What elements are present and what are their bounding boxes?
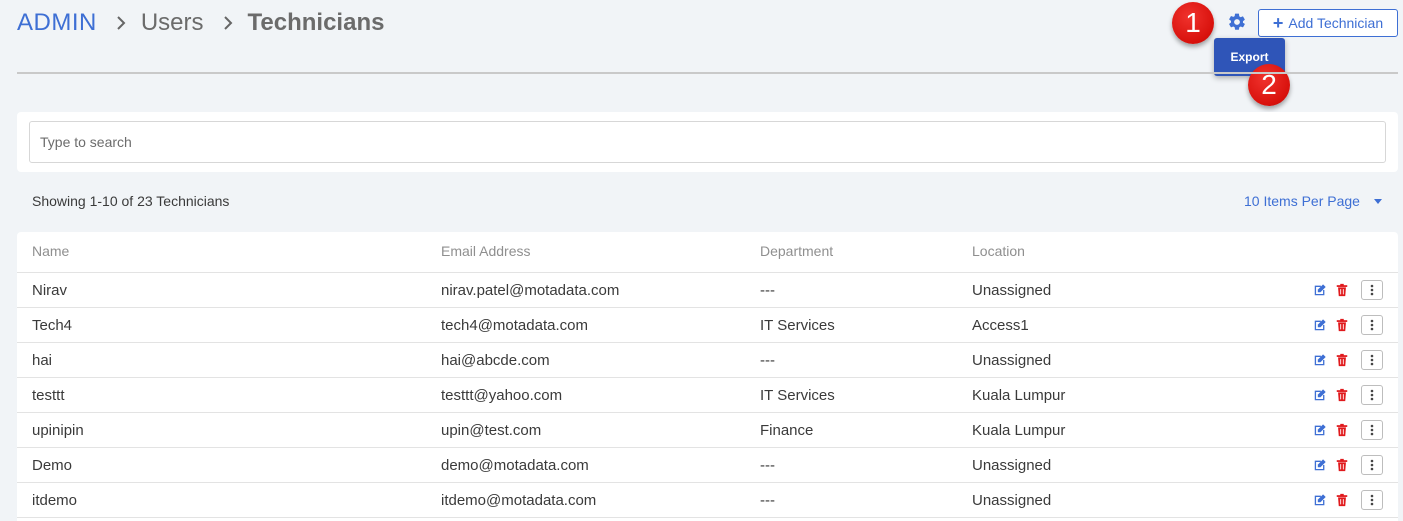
cell-email: hai@abcde.com	[441, 352, 550, 369]
table-header: Name Email Address Department Location	[17, 232, 1398, 273]
cell-email: testtt@yahoo.com	[441, 387, 563, 404]
cell-email: upin@test.com	[441, 422, 542, 439]
edit-icon[interactable]	[1313, 353, 1327, 367]
cell-email: tech4@motadata.com	[441, 317, 588, 334]
cell-email: demo@motadata.com	[441, 457, 589, 474]
more-options-button[interactable]	[1361, 350, 1383, 370]
cell-department: Finance	[760, 422, 814, 439]
edit-icon[interactable]	[1313, 458, 1327, 472]
cell-email: itdemo@motadata.com	[441, 492, 597, 509]
breadcrumb-users[interactable]: Users	[141, 9, 204, 37]
chevron-right-icon	[115, 15, 127, 31]
trash-icon[interactable]	[1335, 493, 1349, 507]
showing-count: Showing 1-10 of 23 Technicians	[32, 193, 230, 209]
cell-name: Demo	[32, 457, 73, 474]
cell-name: itdemo	[32, 492, 78, 509]
cell-location: Unassigned	[972, 352, 1052, 369]
cell-location: Kuala Lumpur	[972, 422, 1066, 439]
edit-icon[interactable]	[1313, 283, 1327, 297]
table-row[interactable]: hai hai@abcde.com --- Unassigned	[17, 343, 1398, 378]
gear-icon[interactable]	[1227, 12, 1247, 32]
table-row[interactable]: Tech4 tech4@motadata.com IT Services Access…	[17, 308, 1398, 343]
cell-location: Unassigned	[972, 457, 1052, 474]
more-options-button[interactable]	[1361, 280, 1383, 300]
search-input[interactable]	[29, 121, 1386, 163]
items-per-page-label: 10 Items Per Page	[1244, 193, 1360, 209]
more-options-button[interactable]	[1361, 385, 1383, 405]
cell-location: Access1	[972, 317, 1029, 334]
more-options-button[interactable]	[1361, 490, 1383, 510]
cell-name: upinipin	[32, 422, 84, 439]
search-card	[17, 112, 1398, 172]
cell-location: Kuala Lumpur	[972, 387, 1066, 404]
caret-down-icon	[1373, 198, 1382, 204]
cell-location: Unassigned	[972, 492, 1052, 509]
cell-department: ---	[760, 457, 775, 474]
cell-name: testtt	[32, 387, 65, 404]
table-row[interactable]: itdemo itdemo@motadata.com --- Unassigned	[17, 483, 1398, 518]
annotation-marker-1: 1	[1172, 2, 1214, 44]
add-technician-label: Add Technician	[1288, 15, 1384, 31]
cell-name: Nirav	[32, 282, 68, 299]
table-row[interactable]: testtt testtt@yahoo.com IT Services Kuala L…	[17, 378, 1398, 413]
items-per-page-dropdown[interactable]: 10 Items Per Page	[1244, 193, 1382, 209]
breadcrumb: ADMIN Users Technicians	[17, 6, 384, 40]
edit-icon[interactable]	[1313, 318, 1327, 332]
cell-department: IT Services	[760, 387, 835, 404]
trash-icon[interactable]	[1335, 318, 1349, 332]
edit-icon[interactable]	[1313, 388, 1327, 402]
table-row[interactable]: Demo demo@motadata.com --- Unassigned	[17, 448, 1398, 483]
cell-department: ---	[760, 352, 775, 369]
plus-icon: +	[1272, 13, 1284, 33]
cell-department: IT Services	[760, 317, 835, 334]
technicians-table: Name Email Address Department Location N…	[17, 232, 1398, 521]
edit-icon[interactable]	[1313, 423, 1327, 437]
column-header-name[interactable]: Name	[32, 243, 69, 259]
column-header-location[interactable]: Location	[972, 243, 1025, 259]
annotation-marker-2: 2	[1248, 64, 1290, 106]
trash-icon[interactable]	[1335, 423, 1349, 437]
trash-icon[interactable]	[1335, 283, 1349, 297]
cell-name: Tech4	[32, 317, 73, 334]
page-title: Technicians	[247, 9, 385, 36]
cell-location: Unassigned	[972, 282, 1052, 299]
table-row[interactable]: upinipin upin@test.com Finance Kuala Lumpur	[17, 413, 1398, 448]
cell-department: ---	[760, 492, 775, 509]
edit-icon[interactable]	[1313, 493, 1327, 507]
more-options-button[interactable]	[1361, 315, 1383, 335]
table-row[interactable]: Nirav nirav.patel@motadata.com --- Unassign…	[17, 273, 1398, 308]
trash-icon[interactable]	[1335, 388, 1349, 402]
column-header-department[interactable]: Department	[760, 243, 833, 259]
add-technician-button[interactable]: + Add Technician	[1258, 9, 1398, 37]
column-header-email[interactable]: Email Address	[441, 243, 530, 259]
more-options-button[interactable]	[1361, 420, 1383, 440]
more-options-button[interactable]	[1361, 455, 1383, 475]
breadcrumb-admin[interactable]: ADMIN	[17, 9, 97, 37]
cell-name: hai	[32, 352, 53, 369]
trash-icon[interactable]	[1335, 353, 1349, 367]
cell-department: ---	[760, 282, 775, 299]
chevron-right-icon	[222, 15, 234, 31]
header-divider	[17, 72, 1398, 74]
cell-email: nirav.patel@motadata.com	[441, 282, 620, 299]
trash-icon[interactable]	[1335, 458, 1349, 472]
